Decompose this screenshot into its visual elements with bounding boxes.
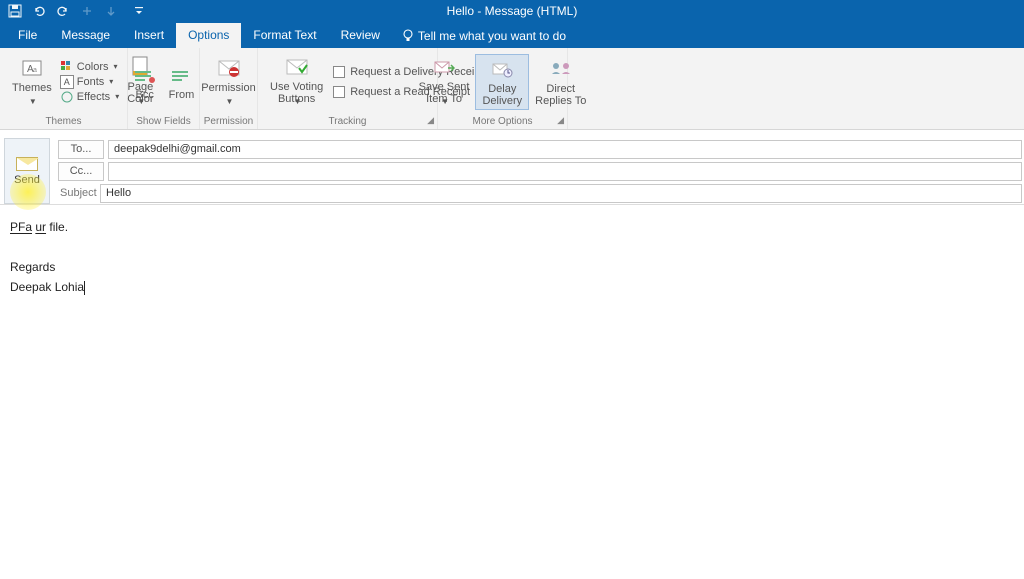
themes-icon: Aa bbox=[20, 56, 44, 80]
tab-insert[interactable]: Insert bbox=[122, 23, 176, 48]
delay-delivery-button[interactable]: Delay Delivery bbox=[475, 54, 529, 110]
save-icon[interactable] bbox=[8, 4, 22, 18]
body-regards: Regards bbox=[10, 257, 1014, 277]
to-button[interactable]: To... bbox=[58, 140, 104, 159]
qat-down-icon bbox=[104, 4, 118, 18]
colors-button[interactable]: Colors▾ bbox=[60, 60, 119, 74]
tell-me-label: Tell me what you want to do bbox=[418, 29, 566, 43]
fonts-button[interactable]: A Fonts▾ bbox=[60, 75, 119, 89]
redo-icon[interactable] bbox=[56, 4, 70, 18]
text-cursor bbox=[84, 281, 85, 295]
group-show-fields: Bcc From Show Fields bbox=[128, 48, 200, 129]
subject-label: Subject bbox=[54, 187, 100, 199]
themes-label: Themes bbox=[12, 82, 52, 94]
send-label: Send bbox=[14, 174, 40, 186]
dialog-launcher-icon[interactable]: ◢ bbox=[427, 115, 434, 126]
group-more-options: Save Sent Item To ▼ Delay Delivery Direc… bbox=[438, 48, 568, 129]
delay-delivery-icon bbox=[490, 57, 514, 81]
save-sent-button[interactable]: Save Sent Item To ▼ bbox=[413, 53, 476, 110]
window-title: Hello - Message (HTML) bbox=[447, 4, 578, 18]
title-bar: Hello - Message (HTML) bbox=[0, 0, 1024, 22]
ribbon: Aa Themes ▼ Colors▾ A Fonts▾ Effects▾ bbox=[0, 48, 1024, 130]
voting-button[interactable]: Use Voting Buttons ▼ bbox=[264, 53, 329, 110]
from-icon bbox=[170, 63, 194, 87]
chevron-down-icon: ▼ bbox=[294, 96, 302, 108]
tab-file[interactable]: File bbox=[6, 23, 49, 48]
tell-me[interactable]: Tell me what you want to do bbox=[392, 24, 576, 48]
chevron-down-icon: ▼ bbox=[441, 96, 449, 108]
dialog-launcher-icon[interactable]: ◢ bbox=[557, 115, 564, 126]
save-sent-icon bbox=[432, 55, 456, 79]
envelope-icon bbox=[16, 157, 38, 171]
tab-format-text[interactable]: Format Text bbox=[241, 23, 328, 48]
permission-button[interactable]: Permission ▼ bbox=[195, 54, 261, 110]
chevron-down-icon: ▼ bbox=[226, 96, 234, 108]
body-line-1: PFa ur file. bbox=[10, 217, 1014, 237]
tab-review[interactable]: Review bbox=[329, 23, 392, 48]
effects-icon bbox=[60, 90, 74, 104]
qat-customize-icon[interactable] bbox=[132, 4, 146, 18]
quick-access-toolbar bbox=[0, 4, 146, 18]
colors-icon bbox=[60, 60, 74, 74]
bcc-button[interactable]: Bcc bbox=[127, 61, 163, 103]
direct-replies-button[interactable]: Direct Replies To bbox=[529, 55, 592, 109]
permission-icon bbox=[217, 56, 241, 80]
group-permission: Permission ▼ Permission bbox=[200, 48, 258, 129]
group-tracking: Use Voting Buttons ▼ Request a Delivery … bbox=[258, 48, 438, 129]
checkbox-icon bbox=[333, 66, 345, 78]
qat-disabled-icon bbox=[80, 4, 94, 18]
bcc-icon bbox=[133, 63, 157, 87]
group-themes: Aa Themes ▼ Colors▾ A Fonts▾ Effects▾ bbox=[0, 48, 128, 129]
effects-button[interactable]: Effects▾ bbox=[60, 90, 119, 104]
body-signature: Deepak Lohia bbox=[10, 277, 1014, 297]
bulb-icon bbox=[402, 29, 414, 43]
voting-icon bbox=[285, 55, 309, 79]
undo-icon[interactable] bbox=[32, 4, 46, 18]
svg-text:a: a bbox=[33, 67, 37, 74]
cc-field[interactable] bbox=[108, 162, 1022, 181]
cc-button[interactable]: Cc... bbox=[58, 162, 104, 181]
themes-button[interactable]: Aa Themes ▼ bbox=[6, 54, 58, 110]
to-field[interactable] bbox=[108, 140, 1022, 159]
checkbox-icon bbox=[333, 86, 345, 98]
ribbon-tabs: File Message Insert Options Format Text … bbox=[0, 22, 1024, 48]
subject-field[interactable] bbox=[100, 184, 1022, 203]
fonts-icon: A bbox=[60, 75, 74, 89]
tab-options[interactable]: Options bbox=[176, 23, 241, 48]
send-button[interactable]: Send bbox=[4, 138, 50, 204]
chevron-down-icon: ▼ bbox=[29, 96, 37, 108]
message-body[interactable]: PFa ur file. Regards Deepak Lohia bbox=[0, 205, 1024, 309]
compose-header: Send To... Cc... Subject bbox=[0, 138, 1024, 205]
direct-replies-icon bbox=[549, 57, 573, 81]
tab-message[interactable]: Message bbox=[49, 23, 122, 48]
